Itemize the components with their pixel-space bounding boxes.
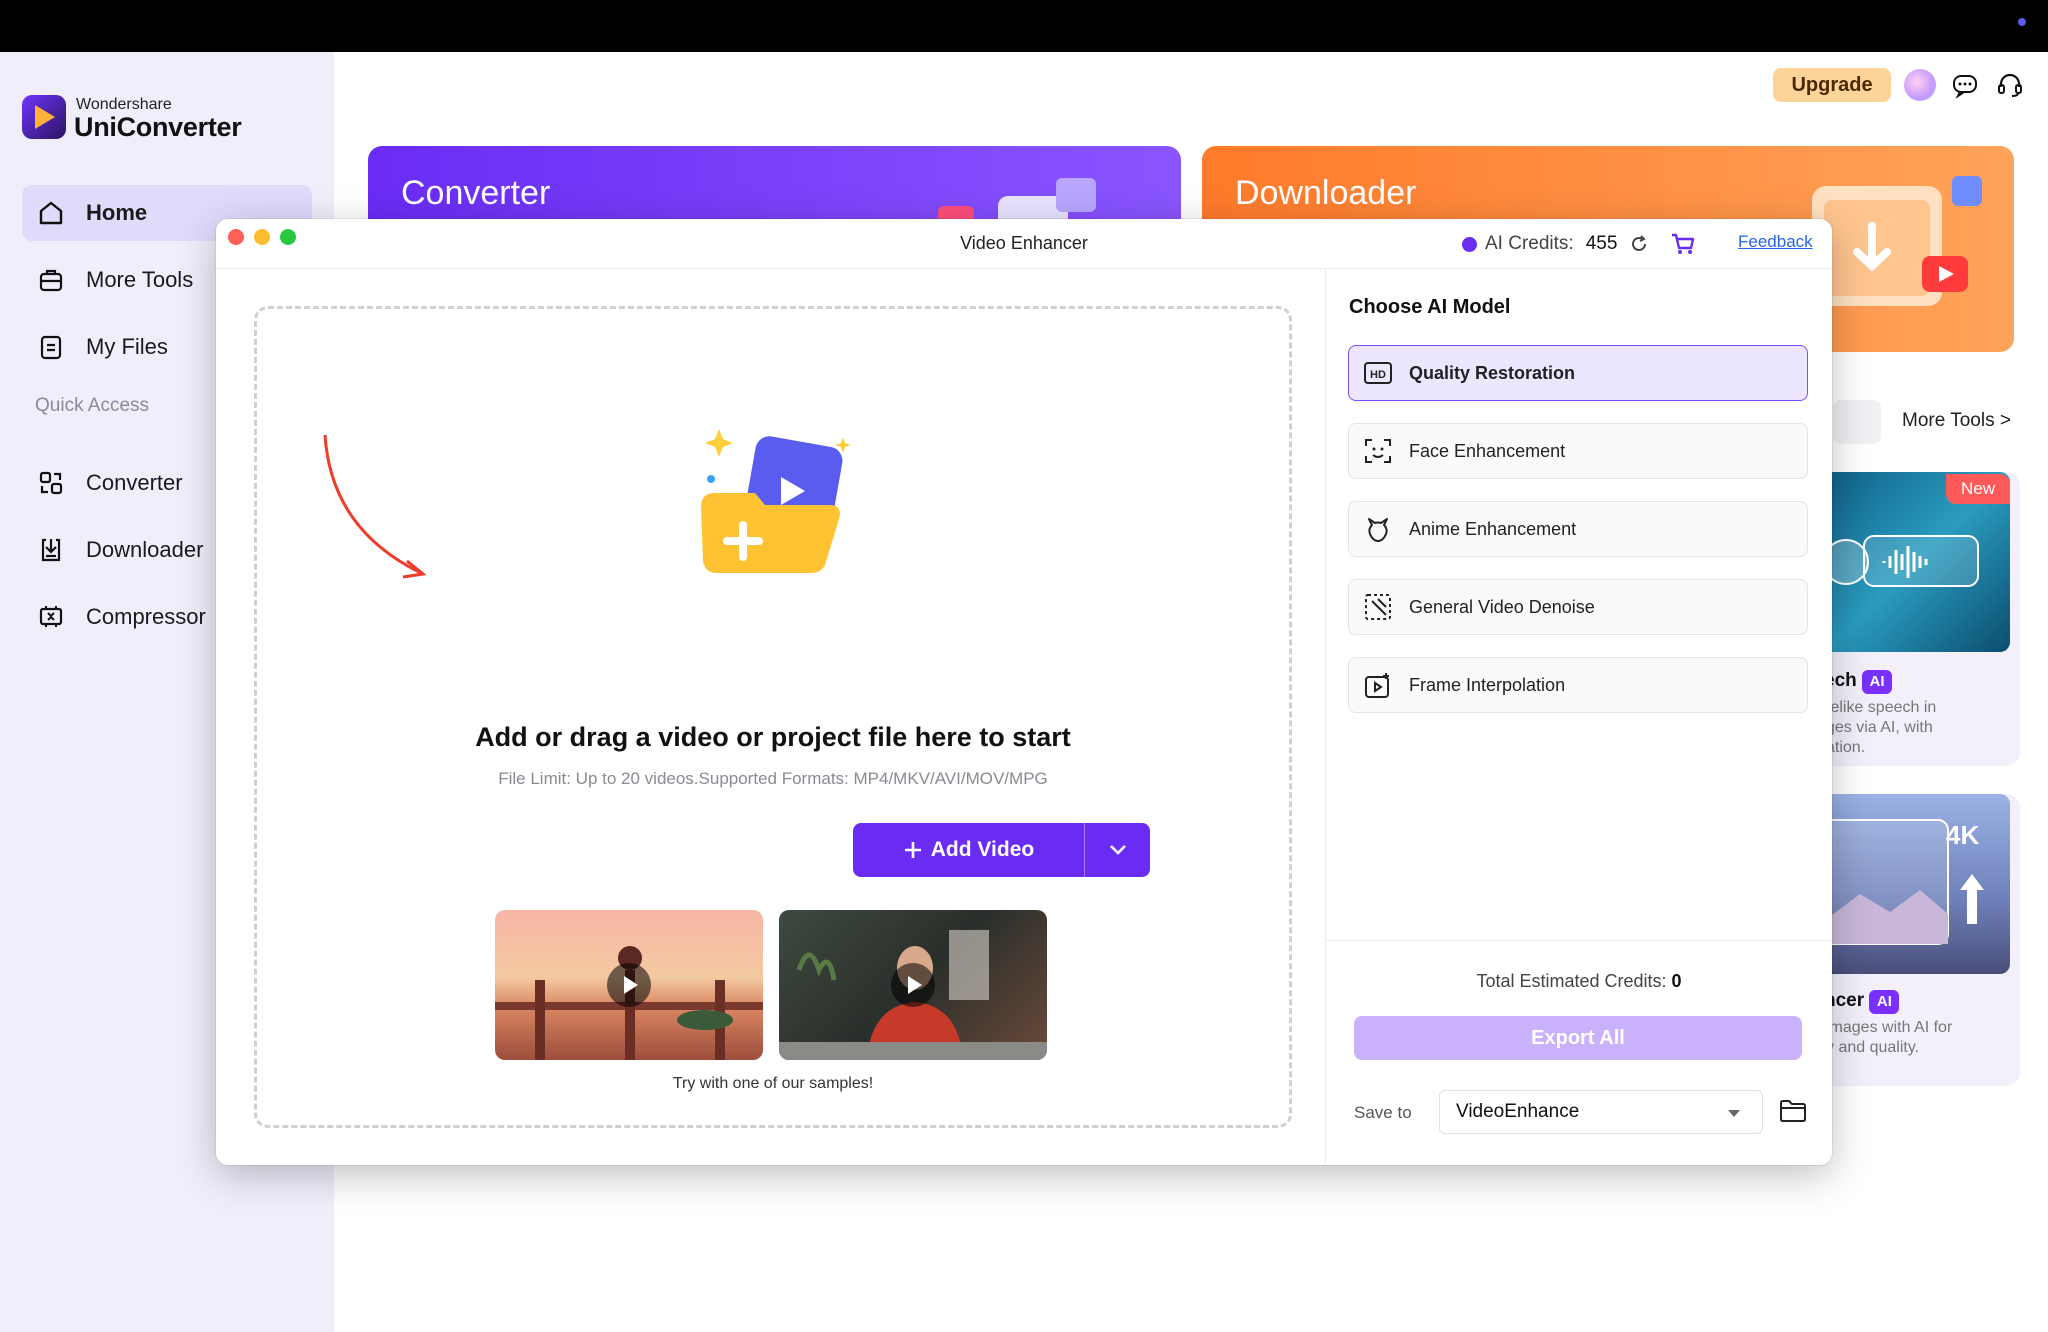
sample-video-cartoon[interactable] xyxy=(495,910,763,1060)
refresh-icon[interactable] xyxy=(1629,234,1649,254)
enhancer-card-title: ncer AI xyxy=(1824,990,1900,1014)
tools-search-stub[interactable] xyxy=(1833,400,1881,444)
status-dot xyxy=(2018,18,2026,26)
file-icon xyxy=(36,332,66,362)
sidebar-item-label: My Files xyxy=(86,334,168,359)
more-tools-link[interactable]: More Tools > xyxy=(1902,410,2011,432)
dropdown-caret-icon xyxy=(1728,1110,1740,1117)
frame-interpolation-icon xyxy=(1363,670,1393,700)
downloader-illustration-icon xyxy=(1812,176,1982,306)
4k-badge: 4K xyxy=(1946,820,1979,850)
system-top-bar xyxy=(0,0,2048,52)
image-enhancer-card[interactable]: 4K ncer AI images with AI for y and quali… xyxy=(1820,794,2020,1086)
new-badge: New xyxy=(1946,474,2010,504)
enhancer-card-image: 4K xyxy=(1820,794,2010,974)
add-video-button[interactable]: Add Video xyxy=(853,823,1085,877)
model-anime-enhancement[interactable]: Anime Enhancement xyxy=(1348,501,1808,557)
speech-card-title: ech AI xyxy=(1824,670,1893,694)
ai-badge: AI xyxy=(1869,990,1900,1014)
face-scan-icon xyxy=(1363,436,1393,466)
downloader-icon xyxy=(36,535,66,565)
model-frame-interpolation[interactable]: Frame Interpolation xyxy=(1348,657,1808,713)
drop-zone-title: Add or drag a video or project file here… xyxy=(475,722,1071,752)
choose-ai-model-title: Choose AI Model xyxy=(1349,296,1511,318)
avatar[interactable] xyxy=(1904,69,1936,101)
add-video-label: Add Video xyxy=(930,838,1035,861)
model-face-enhancement[interactable]: Face Enhancement xyxy=(1348,423,1808,479)
save-to-value: VideoEnhance xyxy=(1456,1101,1580,1122)
folder-icon[interactable] xyxy=(1778,1097,1808,1127)
video-enhancer-window: Video Enhancer AI Credits: 455 Feedback … xyxy=(216,219,1832,1165)
svg-text:HD: HD xyxy=(1370,369,1386,381)
credits-label: AI Credits: xyxy=(1485,233,1574,254)
cart-icon[interactable] xyxy=(1671,233,1695,255)
file-limit-text: File Limit: Up to 20 videos.Supported Fo… xyxy=(498,769,1048,788)
model-label: Frame Interpolation xyxy=(1409,674,1566,695)
add-video-dropdown-button[interactable] xyxy=(1085,823,1150,877)
ai-badge: AI xyxy=(1862,670,1893,694)
hd-icon: HD xyxy=(1363,358,1393,388)
converter-icon xyxy=(36,468,66,498)
model-general-video-denoise[interactable]: General Video Denoise xyxy=(1348,579,1808,635)
brand-name: UniConverter xyxy=(74,112,242,142)
text-to-speech-card[interactable]: ech AI felike speech in ges via AI, with a… xyxy=(1820,472,2020,766)
credits-gem-icon xyxy=(1462,236,1477,252)
mountain-upscale-icon: 4K xyxy=(1820,819,1984,945)
pointer-arrow-icon xyxy=(323,434,427,579)
chevron-down-icon xyxy=(1108,844,1128,856)
downloader-card-title: Downloader xyxy=(1235,174,1417,212)
export-all-button[interactable]: Export All xyxy=(1354,1016,1802,1060)
window-titlebar: Video Enhancer AI Credits: 455 Feedback xyxy=(216,219,1832,269)
home-icon xyxy=(36,198,66,228)
play-icon xyxy=(607,963,651,1007)
speech-card-desc: felike speech in ges via AI, with ation. xyxy=(1826,699,1937,756)
sample-video-presenter[interactable] xyxy=(779,910,1047,1060)
uniconverter-logo-icon xyxy=(22,95,66,139)
sample-caption: Try with one of our samples! xyxy=(672,1075,874,1092)
panel-divider xyxy=(1325,269,1326,1165)
panel-bottom-divider xyxy=(1326,940,1832,941)
upgrade-button[interactable]: Upgrade xyxy=(1773,68,1891,102)
model-label: Quality Restoration xyxy=(1409,362,1576,383)
enhancer-card-desc: images with AI for y and quality. xyxy=(1826,1019,1953,1056)
anime-icon xyxy=(1363,514,1393,544)
sidebar-item-label: Downloader xyxy=(86,537,204,562)
converter-card-title: Converter xyxy=(401,174,551,212)
add-video-split-button: Add Video xyxy=(853,823,1150,877)
save-to-label: Save to xyxy=(1354,1103,1412,1122)
quick-access-label: Quick Access xyxy=(35,395,150,416)
total-estimated-credits: Total Estimated Credits: 0 xyxy=(1476,971,1682,991)
add-video-folder-icon xyxy=(701,429,851,573)
play-icon xyxy=(891,963,935,1007)
sidebar-item-label: Home xyxy=(86,200,148,225)
toolbox-icon xyxy=(36,265,66,295)
ai-credits: AI Credits: 455 xyxy=(1462,233,1695,255)
model-quality-restoration[interactable]: HD Quality Restoration xyxy=(1348,345,1808,401)
video-drop-zone[interactable]: Add or drag a video or project file here… xyxy=(254,306,1292,1128)
total-credits-value: 0 xyxy=(1671,971,1682,991)
denoise-icon xyxy=(1363,592,1393,622)
message-icon[interactable] xyxy=(1950,70,1980,100)
sidebar-item-label: Converter xyxy=(86,470,183,495)
compressor-icon xyxy=(36,602,66,632)
sidebar-item-label: Compressor xyxy=(86,604,206,629)
model-label: Face Enhancement xyxy=(1409,440,1566,461)
audio-wave-icon xyxy=(1823,535,1979,587)
model-label: General Video Denoise xyxy=(1409,596,1595,617)
model-label: Anime Enhancement xyxy=(1409,518,1577,539)
sidebar-item-label: More Tools xyxy=(86,267,194,292)
feedback-link[interactable]: Feedback xyxy=(1738,232,1813,252)
plus-icon xyxy=(903,840,923,860)
headset-icon[interactable] xyxy=(1995,70,2025,100)
save-to-select[interactable]: VideoEnhance xyxy=(1439,1090,1763,1134)
credits-value: 455 xyxy=(1585,233,1618,254)
